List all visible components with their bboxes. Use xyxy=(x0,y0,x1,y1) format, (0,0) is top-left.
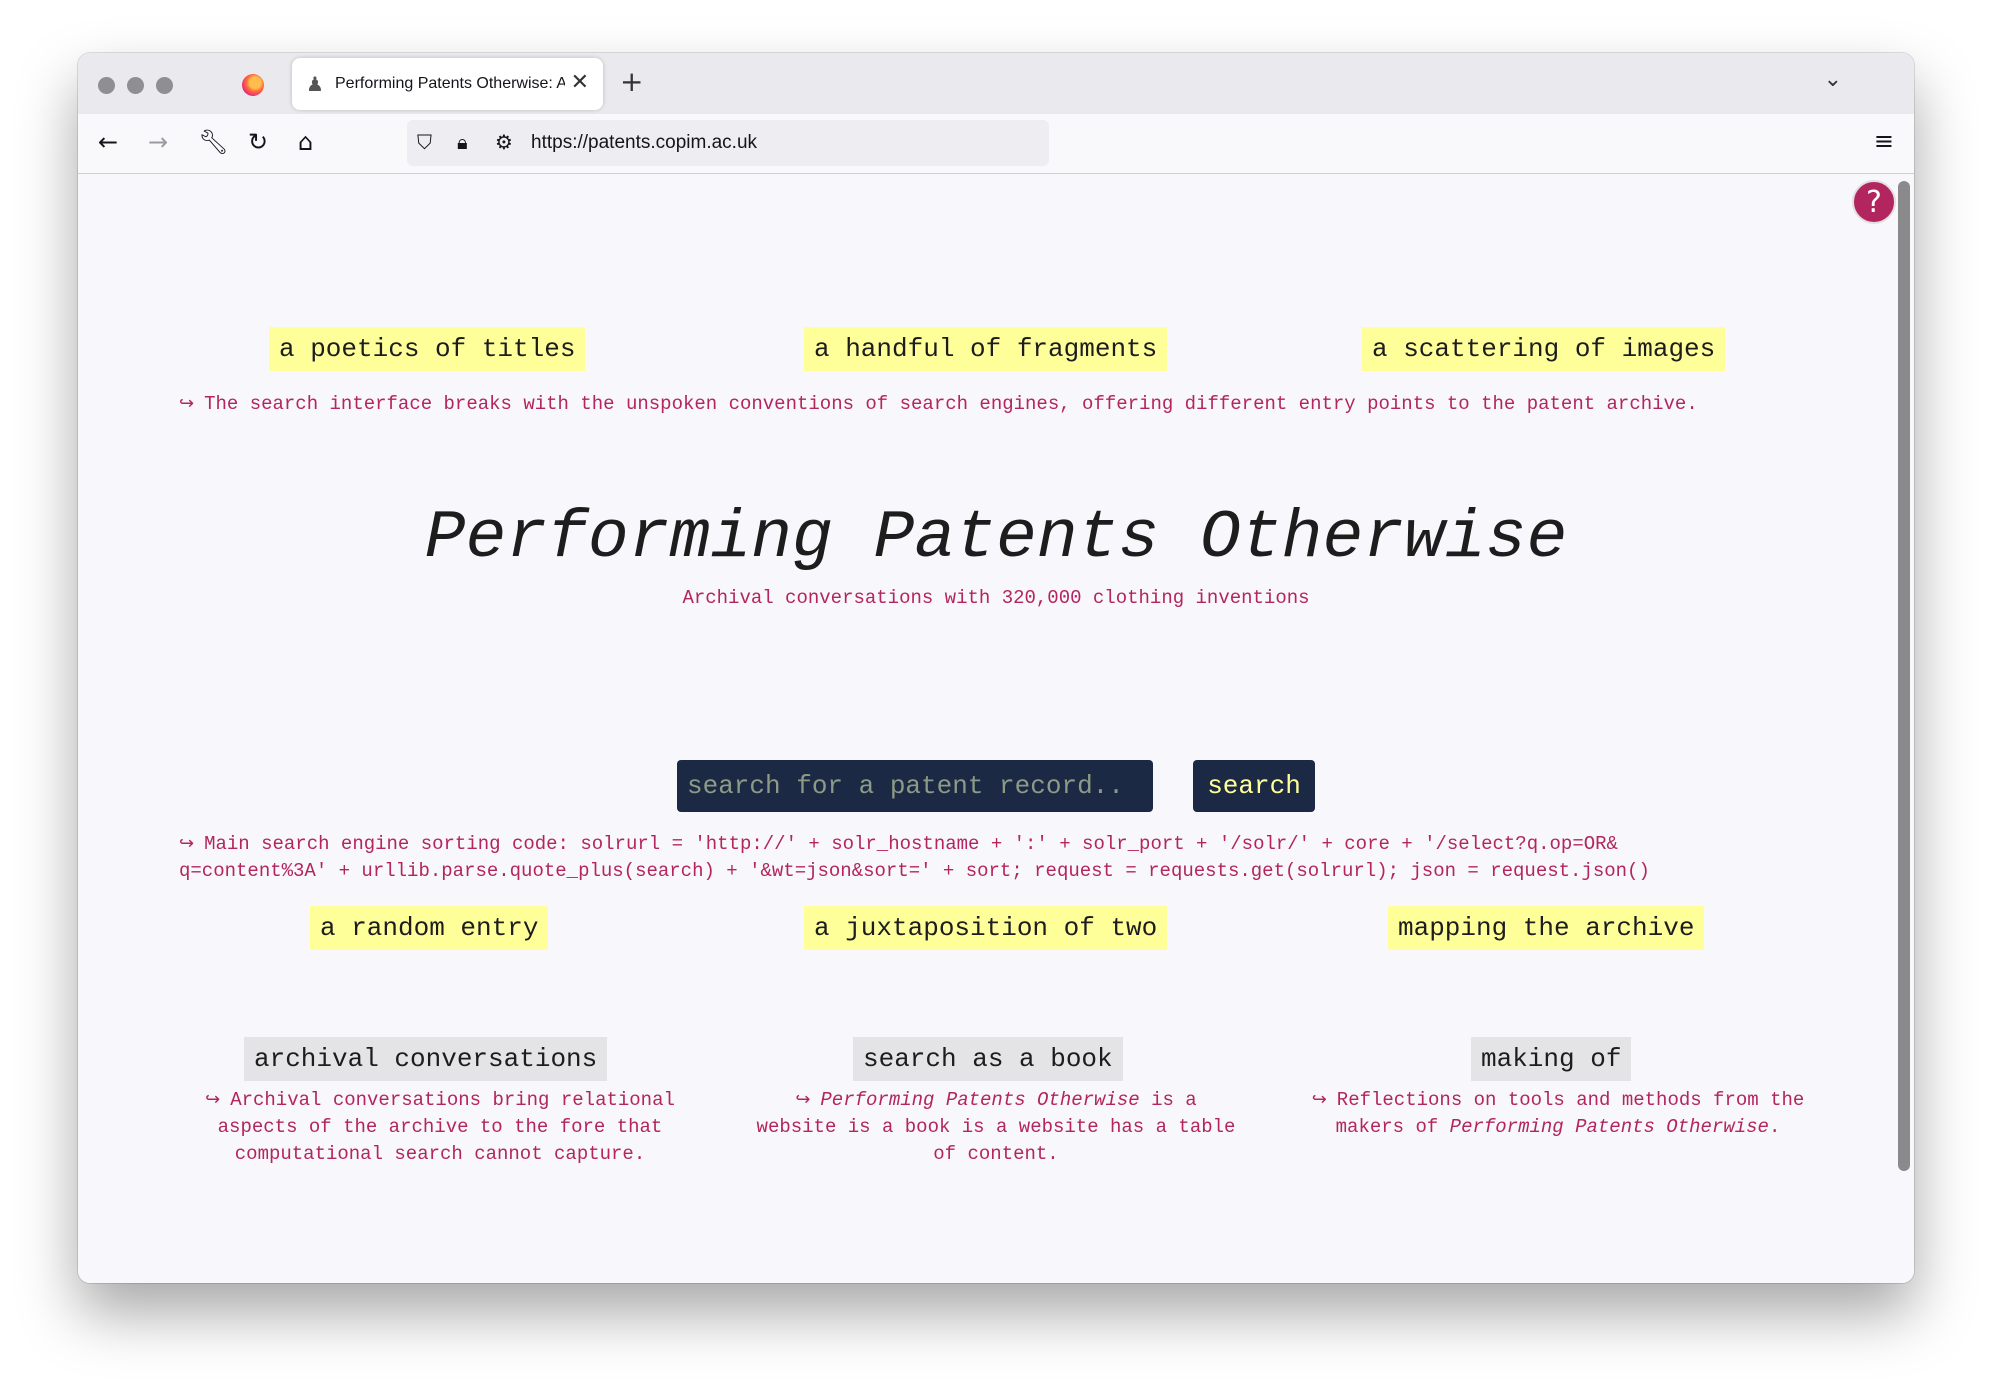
code-note-line-1: Main search engine sorting code: solrurl… xyxy=(204,833,1618,855)
link-random-entry[interactable]: a random entry xyxy=(310,906,549,950)
return-arrow-icon: ↪ xyxy=(179,393,195,414)
back-arrow-icon[interactable]: ← xyxy=(98,128,118,156)
link-juxtaposition-of-two[interactable]: a juxtaposition of two xyxy=(804,906,1168,950)
firefox-logo-icon xyxy=(242,74,264,96)
return-arrow-icon: ↪ xyxy=(1311,1089,1327,1110)
forward-arrow-icon[interactable]: → xyxy=(148,128,168,156)
making-of-note: ↪ Reflections on tools and methods from t… xyxy=(1308,1086,1808,1141)
new-tab-icon[interactable]: + xyxy=(620,65,643,98)
close-tab-icon[interactable]: ✕ xyxy=(571,70,589,95)
book-note-emphasis: Performing Patents Otherwise xyxy=(820,1089,1140,1111)
lock-icon[interactable]: 🔒︎ xyxy=(457,130,468,154)
code-note: ↪ Main search engine sorting code: solrur… xyxy=(179,830,1859,885)
zoom-window-button[interactable] xyxy=(156,77,173,94)
page-subtitle: Archival conversations with 320,000 clot… xyxy=(682,587,1310,609)
search-button[interactable]: search xyxy=(1193,760,1315,812)
link-scattering-of-images[interactable]: a scattering of images xyxy=(1362,327,1726,371)
search-input[interactable] xyxy=(677,760,1153,812)
interface-note: ↪ The search interface breaks with the un… xyxy=(179,390,1859,418)
return-arrow-icon: ↪ xyxy=(795,1089,811,1110)
reload-icon[interactable]: ↻ xyxy=(248,128,268,156)
favicon-icon: ♟ xyxy=(306,72,324,96)
shield-icon[interactable]: ⛉ xyxy=(417,130,432,154)
interface-note-text: The search interface breaks with the uns… xyxy=(204,393,1698,415)
page-content: ? a poetics of titles a handful of fragm… xyxy=(78,175,1914,1283)
link-poetics-of-titles[interactable]: a poetics of titles xyxy=(269,327,586,371)
help-question-icon[interactable]: ? xyxy=(1852,180,1896,224)
tab-strip: ♟ Performing Patents Otherwise: A ✕ + ⌄ xyxy=(78,53,1914,114)
archival-conversations-note-text: Archival conversations bring relational … xyxy=(217,1089,675,1165)
wrench-icon[interactable]: 🔧︎ xyxy=(198,128,228,156)
address-bar[interactable]: ⛉ 🔒︎ ⚙ https://patents.copim.ac.uk xyxy=(407,120,1049,166)
making-of-note-emphasis: Performing Patents Otherwise xyxy=(1449,1116,1769,1138)
section-search-as-a-book[interactable]: search as a book xyxy=(853,1037,1123,1081)
permissions-icon[interactable]: ⚙ xyxy=(495,130,513,154)
home-icon[interactable]: ⌂ xyxy=(298,128,313,156)
section-making-of[interactable]: making of xyxy=(1471,1037,1632,1081)
tab-title: Performing Patents Otherwise: A xyxy=(335,75,565,92)
hamburger-menu-icon[interactable]: ≡ xyxy=(1874,127,1894,155)
url-text[interactable]: https://patents.copim.ac.uk xyxy=(531,132,757,154)
return-arrow-icon: ↪ xyxy=(205,1089,221,1110)
close-window-button[interactable] xyxy=(98,77,115,94)
return-arrow-icon: ↪ xyxy=(179,833,195,854)
code-note-line-2: q=content%3A' + urllib.parse.quote_plus(… xyxy=(179,860,1650,882)
tab-list-chevron-icon[interactable]: ⌄ xyxy=(1824,67,1842,92)
search-as-a-book-note: ↪ Performing Patents Otherwise is a websi… xyxy=(756,1086,1236,1168)
link-mapping-the-archive[interactable]: mapping the archive xyxy=(1388,906,1705,950)
active-tab[interactable]: ♟ Performing Patents Otherwise: A ✕ xyxy=(292,58,603,110)
page-title: Performing Patents Otherwise xyxy=(424,500,1568,577)
navigation-bar: ← → 🔧︎ ↻ ⌂ ⛉ 🔒︎ ⚙ https://patents.copim.… xyxy=(78,114,1914,174)
minimize-window-button[interactable] xyxy=(127,77,144,94)
browser-window: ♟ Performing Patents Otherwise: A ✕ + ⌄ … xyxy=(78,53,1914,1283)
link-handful-of-fragments[interactable]: a handful of fragments xyxy=(804,327,1168,371)
section-archival-conversations[interactable]: archival conversations xyxy=(244,1037,608,1081)
scrollbar[interactable] xyxy=(1898,181,1910,1171)
making-of-note-end: . xyxy=(1768,1116,1781,1138)
archival-conversations-note: ↪ Archival conversations bring relational… xyxy=(200,1086,680,1168)
